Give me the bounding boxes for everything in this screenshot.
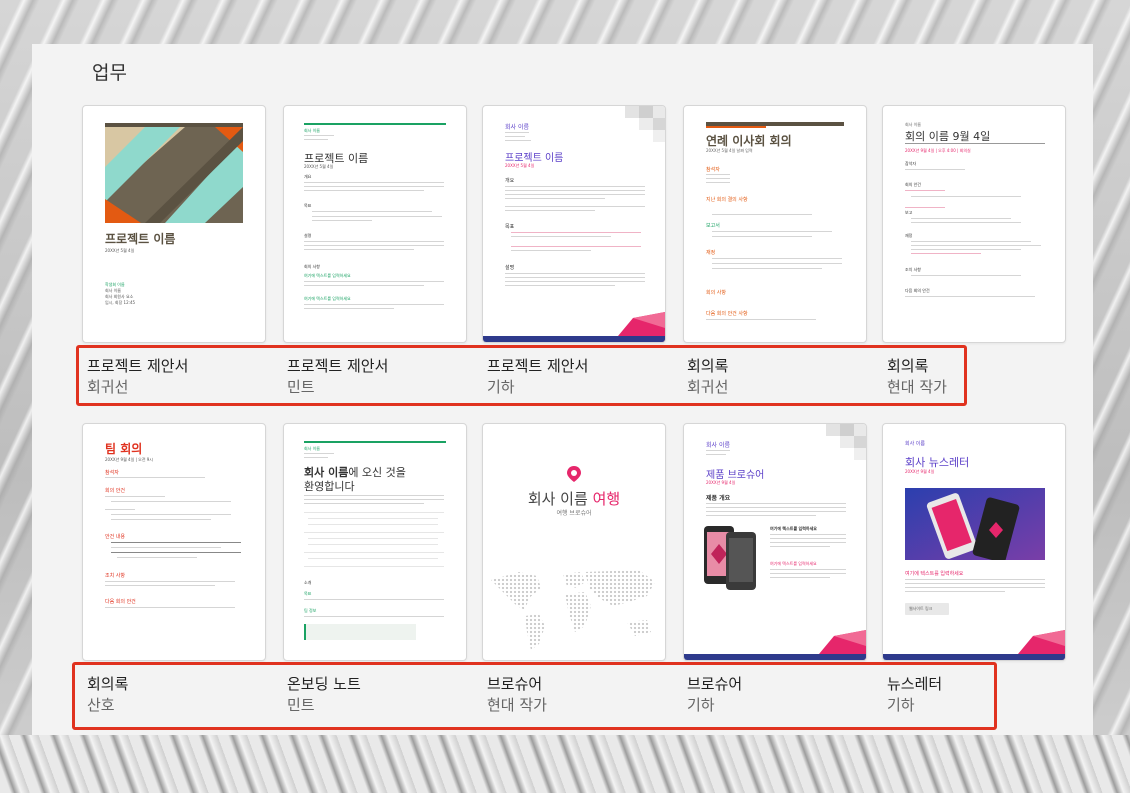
- website-link-button: 웹사이트 링크: [905, 603, 949, 615]
- template-thumbnail-minutes-regression[interactable]: 연례 이사회 회의 20XX년 5월 4일 날짜 입력 참석자 지난 회의 결의…: [683, 105, 867, 343]
- geometric-footer-band: [684, 630, 866, 660]
- template-thumbnail-newsletter-geometric[interactable]: 회사 이름 회사 뉴스레터 20XX년 9월 4일 여기에 텍스트를 입력하세요…: [882, 423, 1066, 661]
- template-thumbnail-brochure-modern-writer[interactable]: 회사 이름 여행 여행 브로슈어: [482, 423, 666, 661]
- corner-grey-tiles: [826, 424, 866, 460]
- dotted-world-map: [491, 570, 655, 650]
- background-floor: [0, 735, 1130, 793]
- geometric-footer-band: [483, 312, 665, 342]
- phones-hero-image: [905, 488, 1045, 560]
- highlight-box-row1: [76, 345, 967, 406]
- phone-product-image: [704, 526, 756, 590]
- highlight-box-row2: [72, 662, 997, 730]
- template-thumbnail-minutes-modern-writer[interactable]: 회사 이름 회의 이름 9월 4일 20XX년 9월 4일 | 오후 4:00 …: [882, 105, 1066, 343]
- template-thumbnail-minutes-coral[interactable]: 팀 회의 20XX년 9월 4일 | 오전 9시 참석자 회의 안건 안건 내용…: [82, 423, 266, 661]
- corner-grey-tiles: [625, 106, 665, 142]
- geometric-footer-band: [883, 630, 1065, 660]
- template-thumbnail-project-proposal-regression[interactable]: 프로젝트 이름 20XX년 5월 4일 학생회 이름 회사 이름 회사 회원사 …: [82, 105, 266, 343]
- template-thumbnail-brochure-geometric[interactable]: 회사 이름 제품 브로슈어 20XX년 9월 4일 제품 개요 여기에 텍스트를…: [683, 423, 867, 661]
- location-pin-icon: [567, 466, 581, 482]
- geometric-cover-art: [105, 127, 243, 223]
- template-thumbnail-project-proposal-geometric[interactable]: 회사 이름 프로젝트 이름 20XX년 5월 4일 개요 목표 설명: [482, 105, 666, 343]
- section-title: 업무: [92, 62, 127, 84]
- template-thumbnail-onboarding-mint[interactable]: 회사 이름 회사 이름에 오신 것을 환영합니다 소개 목표 팀 정보: [283, 423, 467, 661]
- template-thumbnail-project-proposal-mint[interactable]: 회사 이름 프로젝트 이름 20XX년 5월 4일 개요 목표 설명 회의 사항…: [283, 105, 467, 343]
